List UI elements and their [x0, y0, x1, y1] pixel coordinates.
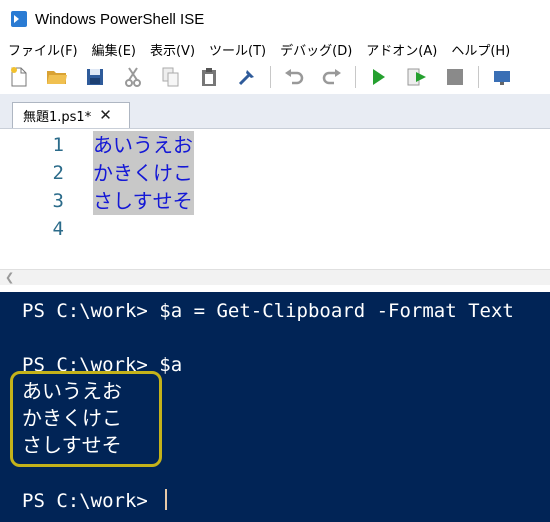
copy-icon[interactable] [160, 66, 182, 88]
paste-icon[interactable] [198, 66, 220, 88]
pane-splitter[interactable] [0, 285, 550, 292]
console-pane[interactable]: PS C:\work> $a = Get-Clipboard -Format T… [0, 292, 550, 522]
menu-addons[interactable]: アドオン(A) [358, 40, 443, 59]
editor-line: 1 あいうえお [0, 131, 550, 159]
menu-bar: ファイル(F) 編集(E) 表示(V) ツール(T) デバッグ(D) アドオン(… [0, 38, 550, 60]
stop-icon[interactable] [444, 66, 466, 88]
text-caret [165, 489, 168, 510]
output-highlight-box [10, 371, 162, 467]
toolbar [0, 60, 550, 94]
run-icon[interactable] [368, 66, 390, 88]
window-title: Windows PowerShell ISE [35, 10, 205, 28]
menu-debug[interactable]: デバッグ(D) [272, 40, 358, 59]
remote-icon[interactable] [491, 66, 513, 88]
open-folder-icon[interactable] [46, 66, 68, 88]
line-number: 3 [52, 190, 64, 212]
powershell-icon [11, 11, 27, 27]
editor-line: 4 [0, 215, 550, 243]
horizontal-scrollbar[interactable]: ❮ [0, 269, 550, 286]
editor-line: 2 かきくけこ [0, 159, 550, 187]
save-icon[interactable] [84, 66, 106, 88]
code-text[interactable]: かきくけこ [93, 159, 194, 187]
undo-icon[interactable] [283, 66, 305, 88]
menu-help[interactable]: ヘルプ(H) [443, 40, 516, 59]
scroll-left-icon[interactable]: ❮ [5, 271, 14, 284]
menu-edit[interactable]: 編集(E) [84, 40, 142, 59]
editor-line: 3 さしすせそ [0, 187, 550, 215]
new-file-icon[interactable] [8, 66, 30, 88]
line-number: 1 [52, 134, 64, 156]
toolbar-separator [478, 66, 479, 88]
code-text[interactable]: さしすせそ [93, 187, 194, 215]
menu-tools[interactable]: ツール(T) [201, 40, 272, 59]
menu-view[interactable]: 表示(V) [142, 40, 201, 59]
title-bar: Windows PowerShell ISE [0, 0, 550, 38]
code-text[interactable]: あいうえお [93, 131, 194, 159]
console-command-line: PS C:\work> $a = Get-Clipboard -Format T… [22, 300, 514, 322]
script-editor[interactable]: 1 あいうえお 2 かきくけこ 3 さしすせそ 4 [0, 129, 550, 269]
line-number: 2 [52, 162, 64, 184]
toolbar-separator [270, 66, 271, 88]
console-prompt-line[interactable]: PS C:\work> [22, 488, 168, 514]
tab-strip: 無題1.ps1* ✕ [0, 94, 550, 129]
clear-icon[interactable] [236, 66, 258, 88]
run-selection-icon[interactable] [406, 66, 428, 88]
redo-icon[interactable] [321, 66, 343, 88]
tab-label: 無題1.ps1* [23, 110, 92, 125]
cut-icon[interactable] [122, 66, 144, 88]
menu-file[interactable]: ファイル(F) [0, 40, 84, 59]
line-number: 4 [52, 218, 64, 240]
close-icon[interactable]: ✕ [99, 108, 112, 123]
prompt-text: PS C:\work> [22, 490, 160, 512]
tab-script[interactable]: 無題1.ps1* ✕ [12, 102, 130, 128]
toolbar-separator [355, 66, 356, 88]
